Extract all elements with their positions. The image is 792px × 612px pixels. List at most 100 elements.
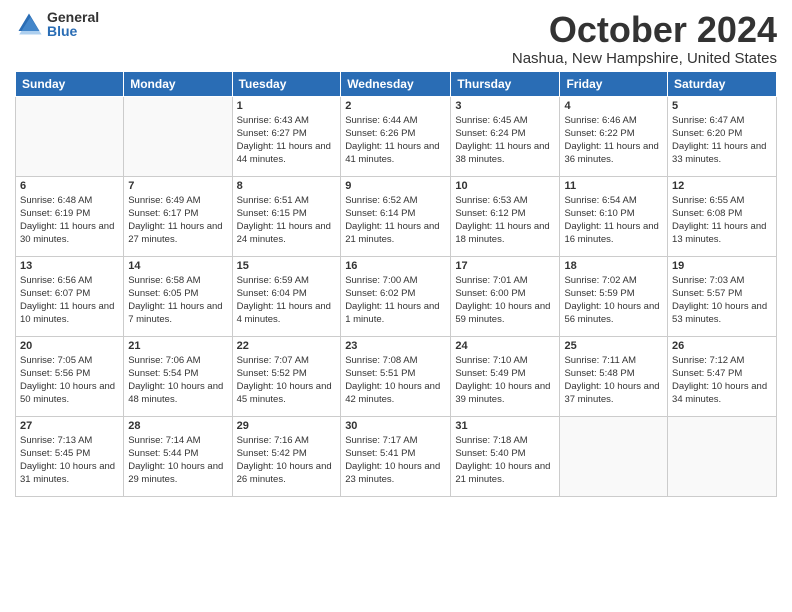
day-info: Sunrise: 7:01 AM Sunset: 6:00 PM Dayligh… [455,274,555,327]
header-row: General Blue October 2024 Nashua, New Ha… [15,10,777,67]
calendar-cell: 16 Sunrise: 7:00 AM Sunset: 6:02 PM Dayli… [341,256,451,336]
day-info: Sunrise: 6:51 AM Sunset: 6:15 PM Dayligh… [237,194,337,247]
calendar-cell: 12 Sunrise: 6:55 AM Sunset: 6:08 PM Dayli… [668,176,777,256]
calendar-cell: 19 Sunrise: 7:03 AM Sunset: 5:57 PM Dayli… [668,256,777,336]
day-number: 12 [672,180,772,192]
title-block: October 2024 Nashua, New Hampshire, Unit… [512,10,777,67]
day-info: Sunrise: 7:00 AM Sunset: 6:02 PM Dayligh… [345,274,446,327]
day-number: 21 [128,340,227,352]
day-info: Sunrise: 7:08 AM Sunset: 5:51 PM Dayligh… [345,354,446,407]
day-number: 27 [20,420,119,432]
day-number: 14 [128,260,227,272]
calendar-header: SundayMondayTuesdayWednesdayThursdayFrid… [16,71,777,96]
day-info: Sunrise: 6:52 AM Sunset: 6:14 PM Dayligh… [345,194,446,247]
day-info: Sunrise: 7:11 AM Sunset: 5:48 PM Dayligh… [564,354,663,407]
calendar-cell: 3Sunrise: 6:45 AM Sunset: 6:24 PM Daylig… [451,96,560,176]
calendar-cell: 24Sunrise: 7:10 AM Sunset: 5:49 PM Dayli… [451,336,560,416]
day-info: Sunrise: 6:55 AM Sunset: 6:08 PM Dayligh… [672,194,772,247]
day-number: 20 [20,340,119,352]
day-number: 2 [345,100,446,112]
calendar-cell: 22Sunrise: 7:07 AM Sunset: 5:52 PM Dayli… [232,336,341,416]
calendar-cell: 13Sunrise: 6:56 AM Sunset: 6:07 PM Dayli… [16,256,124,336]
calendar-cell: 14 Sunrise: 6:58 AM Sunset: 6:05 PM Dayli… [124,256,232,336]
day-number: 22 [237,340,337,352]
logo-blue: Blue [47,24,99,38]
day-number: 13 [20,260,119,272]
calendar-cell: 6 Sunrise: 6:48 AM Sunset: 6:19 PM Daylig… [16,176,124,256]
calendar-cell: 23 Sunrise: 7:08 AM Sunset: 5:51 PM Dayli… [341,336,451,416]
calendar-cell: 7Sunrise: 6:49 AM Sunset: 6:17 PM Daylig… [124,176,232,256]
weekday-header: Thursday [451,71,560,96]
day-number: 23 [345,340,446,352]
calendar-cell: 9Sunrise: 6:52 AM Sunset: 6:14 PM Daylig… [341,176,451,256]
location: Nashua, New Hampshire, United States [512,50,777,67]
calendar-cell: 30 Sunrise: 7:17 AM Sunset: 5:41 PM Dayli… [341,416,451,496]
month-title: October 2024 [512,10,777,50]
calendar-cell: 20 Sunrise: 7:05 AM Sunset: 5:56 PM Dayli… [16,336,124,416]
calendar-week-row: 1Sunrise: 6:43 AM Sunset: 6:27 PM Daylig… [16,96,777,176]
calendar-cell: 27 Sunrise: 7:13 AM Sunset: 5:45 PM Dayli… [16,416,124,496]
calendar-cell: 25 Sunrise: 7:11 AM Sunset: 5:48 PM Dayli… [560,336,668,416]
day-info: Sunrise: 6:44 AM Sunset: 6:26 PM Dayligh… [345,114,446,167]
day-number: 5 [672,100,772,112]
calendar-cell: 31 Sunrise: 7:18 AM Sunset: 5:40 PM Dayli… [451,416,560,496]
day-info: Sunrise: 7:12 AM Sunset: 5:47 PM Dayligh… [672,354,772,407]
calendar-cell: 18 Sunrise: 7:02 AM Sunset: 5:59 PM Dayli… [560,256,668,336]
logo-icon [15,10,43,38]
logo: General Blue [15,10,99,38]
day-number: 11 [564,180,663,192]
day-number: 25 [564,340,663,352]
calendar-cell: 1Sunrise: 6:43 AM Sunset: 6:27 PM Daylig… [232,96,341,176]
day-info: Sunrise: 7:14 AM Sunset: 5:44 PM Dayligh… [128,434,227,487]
calendar-cell: 8 Sunrise: 6:51 AM Sunset: 6:15 PM Daylig… [232,176,341,256]
day-info: Sunrise: 7:17 AM Sunset: 5:41 PM Dayligh… [345,434,446,487]
day-info: Sunrise: 6:43 AM Sunset: 6:27 PM Dayligh… [237,114,337,167]
day-number: 16 [345,260,446,272]
calendar-cell: 15Sunrise: 6:59 AM Sunset: 6:04 PM Dayli… [232,256,341,336]
calendar-cell [124,96,232,176]
calendar-week-row: 6 Sunrise: 6:48 AM Sunset: 6:19 PM Daylig… [16,176,777,256]
day-info: Sunrise: 7:03 AM Sunset: 5:57 PM Dayligh… [672,274,772,327]
day-info: Sunrise: 6:58 AM Sunset: 6:05 PM Dayligh… [128,274,227,327]
calendar-cell: 11 Sunrise: 6:54 AM Sunset: 6:10 PM Dayli… [560,176,668,256]
day-number: 18 [564,260,663,272]
weekday-header: Monday [124,71,232,96]
day-number: 31 [455,420,555,432]
day-number: 8 [237,180,337,192]
day-number: 26 [672,340,772,352]
calendar-cell: 21 Sunrise: 7:06 AM Sunset: 5:54 PM Dayli… [124,336,232,416]
calendar-cell: 17 Sunrise: 7:01 AM Sunset: 6:00 PM Dayli… [451,256,560,336]
day-number: 29 [237,420,337,432]
logo-text: General Blue [47,10,99,38]
day-info: Sunrise: 7:06 AM Sunset: 5:54 PM Dayligh… [128,354,227,407]
calendar-cell [16,96,124,176]
day-info: Sunrise: 6:46 AM Sunset: 6:22 PM Dayligh… [564,114,663,167]
day-info: Sunrise: 6:53 AM Sunset: 6:12 PM Dayligh… [455,194,555,247]
day-info: Sunrise: 6:47 AM Sunset: 6:20 PM Dayligh… [672,114,772,167]
calendar-body: 1Sunrise: 6:43 AM Sunset: 6:27 PM Daylig… [16,96,777,496]
weekday-header: Saturday [668,71,777,96]
day-info: Sunrise: 7:13 AM Sunset: 5:45 PM Dayligh… [20,434,119,487]
day-info: Sunrise: 7:02 AM Sunset: 5:59 PM Dayligh… [564,274,663,327]
day-number: 30 [345,420,446,432]
calendar-cell: 10 Sunrise: 6:53 AM Sunset: 6:12 PM Dayli… [451,176,560,256]
day-info: Sunrise: 7:10 AM Sunset: 5:49 PM Dayligh… [455,354,555,407]
calendar-cell: 29 Sunrise: 7:16 AM Sunset: 5:42 PM Dayli… [232,416,341,496]
calendar-cell: 28Sunrise: 7:14 AM Sunset: 5:44 PM Dayli… [124,416,232,496]
calendar-cell: 4Sunrise: 6:46 AM Sunset: 6:22 PM Daylig… [560,96,668,176]
day-number: 17 [455,260,555,272]
day-info: Sunrise: 6:49 AM Sunset: 6:17 PM Dayligh… [128,194,227,247]
day-info: Sunrise: 7:05 AM Sunset: 5:56 PM Dayligh… [20,354,119,407]
day-info: Sunrise: 7:18 AM Sunset: 5:40 PM Dayligh… [455,434,555,487]
weekday-header: Tuesday [232,71,341,96]
day-number: 19 [672,260,772,272]
day-number: 6 [20,180,119,192]
day-info: Sunrise: 6:54 AM Sunset: 6:10 PM Dayligh… [564,194,663,247]
calendar-cell: 26 Sunrise: 7:12 AM Sunset: 5:47 PM Dayli… [668,336,777,416]
day-number: 10 [455,180,555,192]
day-info: Sunrise: 7:16 AM Sunset: 5:42 PM Dayligh… [237,434,337,487]
day-info: Sunrise: 6:48 AM Sunset: 6:19 PM Dayligh… [20,194,119,247]
calendar-week-row: 20 Sunrise: 7:05 AM Sunset: 5:56 PM Dayli… [16,336,777,416]
weekday-header: Sunday [16,71,124,96]
day-number: 3 [455,100,555,112]
